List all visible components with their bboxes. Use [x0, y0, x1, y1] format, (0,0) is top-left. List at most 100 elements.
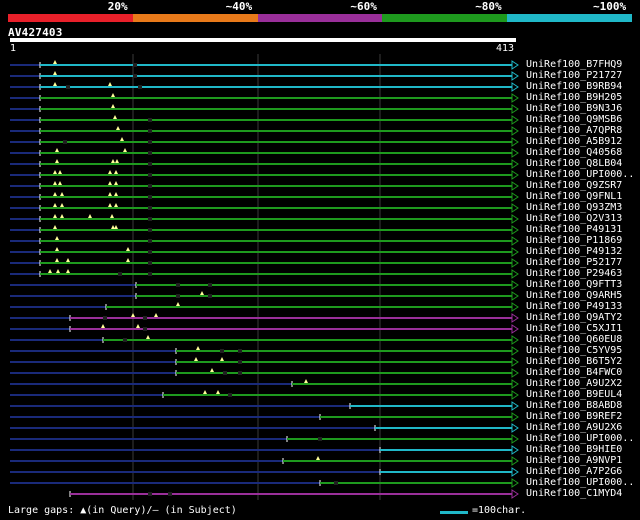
hit-label[interactable]: UniRef100_Q60EU8	[526, 335, 622, 345]
alignment-end-arrow	[511, 137, 519, 147]
hit-label[interactable]: UniRef100_P29463	[526, 269, 622, 279]
alignment-end-arrow	[511, 181, 519, 191]
alignment-end-arrow	[511, 115, 519, 125]
query-gap-triangle	[53, 181, 57, 185]
query-gap-triangle	[58, 170, 62, 174]
subject-gap-marker	[318, 437, 322, 441]
subject-gap-marker	[176, 294, 180, 298]
query-gap-triangle	[108, 181, 112, 185]
subject-gap-marker	[66, 85, 70, 89]
subject-gap-marker	[238, 371, 242, 375]
query-gap-triangle	[60, 192, 64, 196]
subject-gap-marker	[208, 294, 212, 298]
query-gap-triangle	[111, 159, 115, 163]
hit-label[interactable]: UniRef100_Q8LB04	[526, 159, 622, 169]
hit-label[interactable]: UniRef100_B9RB94	[526, 82, 622, 92]
alignment-end-arrow	[511, 225, 519, 235]
subject-gap-marker	[148, 151, 152, 155]
hit-label[interactable]: UniRef100_Q9FTT3	[526, 280, 622, 290]
subject-gap-marker	[148, 217, 152, 221]
alignment-end-arrow	[511, 357, 519, 367]
subject-gap-marker	[148, 118, 152, 122]
query-gap-triangle	[200, 291, 204, 295]
query-gap-triangle	[60, 203, 64, 207]
alignment-end-arrow	[511, 269, 519, 279]
hit-label[interactable]: UniRef100_B9EUL4	[526, 390, 622, 400]
hit-label[interactable]: UniRef100_Q93ZM3	[526, 203, 622, 213]
subject-gap-marker	[133, 63, 137, 67]
hit-label[interactable]: UniRef100_B6T5Y2	[526, 357, 622, 367]
query-gap-triangle	[55, 159, 59, 163]
hit-label[interactable]: UniRef100_B9HIE0	[526, 445, 622, 455]
hit-label[interactable]: UniRef100_A7QPR8	[526, 126, 622, 136]
subject-gap-marker	[148, 239, 152, 243]
hit-label[interactable]: UniRef100_Q9MSB6	[526, 115, 622, 125]
alignment-end-arrow	[511, 379, 519, 389]
hit-label[interactable]: UniRef100_A9U2X6	[526, 423, 622, 433]
alignment-end-arrow	[511, 159, 519, 169]
hit-label[interactable]: UniRef100_P49132	[526, 247, 622, 257]
query-gap-triangle	[220, 357, 224, 361]
hit-label[interactable]: UniRef100_A9NVP1	[526, 456, 622, 466]
hit-label[interactable]: UniRef100_B4FWC0	[526, 368, 622, 378]
alignment-end-arrow	[511, 467, 519, 477]
query-gap-triangle	[210, 368, 214, 372]
query-gap-triangle	[53, 60, 57, 64]
query-gap-triangle	[123, 148, 127, 152]
query-gap-triangle	[304, 379, 308, 383]
hit-label[interactable]: UniRef100_A5B912	[526, 137, 622, 147]
hit-label[interactable]: UniRef100_Q9ZSR7	[526, 181, 622, 191]
hit-label[interactable]: UniRef100_Q2V313	[526, 214, 622, 224]
subject-gap-marker	[148, 129, 152, 133]
query-gap-triangle	[55, 148, 59, 152]
hit-label[interactable]: UniRef100_Q40568	[526, 148, 622, 158]
scale-label: =100char.	[472, 505, 527, 516]
hit-label[interactable]: UniRef100_Q9FNL1	[526, 192, 622, 202]
query-gap-triangle	[58, 181, 62, 185]
alignment-end-arrow	[511, 60, 519, 70]
query-gap-triangle	[196, 346, 200, 350]
hit-label[interactable]: UniRef100_B9N3J6	[526, 104, 622, 114]
query-gap-triangle	[114, 203, 118, 207]
query-gap-triangle	[114, 225, 118, 229]
query-gap-triangle	[126, 258, 130, 262]
alignment-end-arrow	[511, 335, 519, 345]
hit-label[interactable]: UniRef100_P21727	[526, 71, 622, 81]
hit-label[interactable]: UniRef100_P11869	[526, 236, 622, 246]
alignment-end-arrow	[511, 401, 519, 411]
hit-label[interactable]: UniRef100_UPI000..	[526, 478, 634, 488]
hit-label[interactable]: UniRef100_B9REF2	[526, 412, 622, 422]
alignment-end-arrow	[511, 71, 519, 81]
subject-gap-marker	[138, 85, 142, 89]
alignment-end-arrow	[511, 489, 519, 499]
hit-label[interactable]: UniRef100_C5XJI1	[526, 324, 622, 334]
hit-label[interactable]: UniRef100_C5YV95	[526, 346, 622, 356]
alignment-end-arrow	[511, 126, 519, 136]
hit-label[interactable]: UniRef100_A9U2X2	[526, 379, 622, 389]
hit-label[interactable]: UniRef100_Q9ATY2	[526, 313, 622, 323]
alignment-end-arrow	[511, 214, 519, 224]
query-gap-triangle	[108, 170, 112, 174]
query-gap-triangle	[176, 302, 180, 306]
query-gap-triangle	[108, 82, 112, 86]
hit-label[interactable]: UniRef100_A7P2G6	[526, 467, 622, 477]
alignment-end-arrow	[511, 368, 519, 378]
query-gap-triangle	[120, 137, 124, 141]
hit-label[interactable]: UniRef100_UPI000..	[526, 434, 634, 444]
hit-label[interactable]: UniRef100_B8ABD8	[526, 401, 622, 411]
hit-label[interactable]: UniRef100_P49133	[526, 302, 622, 312]
alignment-end-arrow	[511, 291, 519, 301]
hit-label[interactable]: UniRef100_P49131	[526, 225, 622, 235]
hit-label[interactable]: UniRef100_C1MYD4	[526, 489, 622, 499]
query-gap-triangle	[56, 269, 60, 273]
query-gap-triangle	[55, 247, 59, 251]
hit-label[interactable]: UniRef100_B7FHQ9	[526, 60, 622, 70]
query-gap-triangle	[66, 258, 70, 262]
hit-label[interactable]: UniRef100_P52177	[526, 258, 622, 268]
hit-label[interactable]: UniRef100_UPI000..	[526, 170, 634, 180]
hit-label[interactable]: UniRef100_B9H205	[526, 93, 622, 103]
alignment-end-arrow	[511, 82, 519, 92]
hit-label[interactable]: UniRef100_Q9ARH5	[526, 291, 622, 301]
alignment-end-arrow	[511, 445, 519, 455]
query-gap-triangle	[108, 192, 112, 196]
